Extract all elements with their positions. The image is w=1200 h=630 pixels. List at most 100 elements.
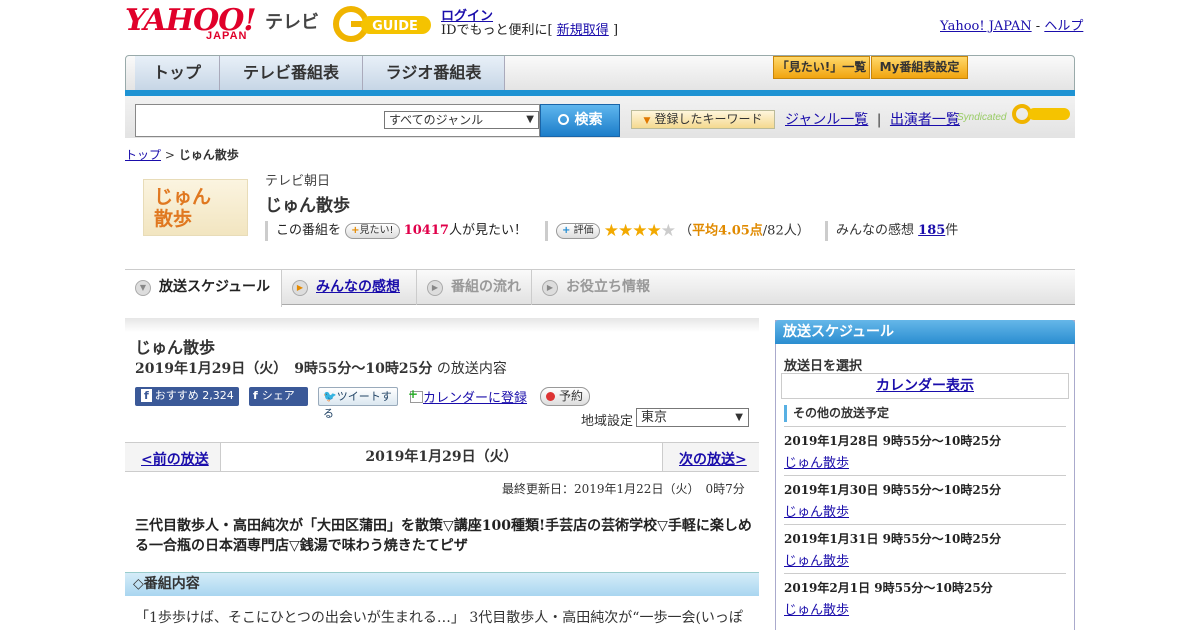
my-schedule-button[interactable]: My番組表設定 — [871, 56, 968, 79]
subtab-schedule[interactable]: ▼ 放送スケジュール — [125, 270, 282, 307]
chevron-down-icon: ▼ — [135, 280, 151, 296]
rate-button[interactable]: + 評価 — [556, 223, 600, 239]
subtab-schedule-label: 放送スケジュール — [159, 279, 271, 295]
header-links-sep: - — [1035, 19, 1041, 34]
region-label: 地域設定 — [581, 414, 634, 429]
calendar-register-link[interactable]: カレンダーに登録 — [423, 391, 527, 406]
facebook-recommend-button[interactable]: f おすすめ 2,324 — [135, 387, 239, 406]
rating-row: + 評価 ★★★★★ （平均4.05点/82人） — [545, 221, 810, 241]
id-note: IDでもっと便利に[ 新規取得 ] — [441, 19, 618, 38]
calendar-register[interactable]: + カレンダーに登録 — [408, 387, 527, 406]
breadcrumb-top-link[interactable]: トップ — [125, 148, 161, 162]
tv-label: テレビ — [265, 12, 319, 33]
breadcrumb: トップ > じゅん散歩 — [125, 146, 239, 163]
play-icon: ▶ — [292, 280, 308, 296]
broadcast-datetime: 2019年1月29日（火） 9時55分～10時25分 の放送内容 — [135, 358, 507, 378]
id-note-prefix: IDでもっと便利に[ — [441, 23, 553, 38]
want-button-label: 見たい! — [359, 224, 394, 236]
play-icon: ▶ — [542, 280, 558, 296]
program-logo-text: じゅん散歩 — [154, 186, 212, 230]
saved-keywords-label: 登録したキーワード — [654, 112, 763, 126]
schedule-item: 2019年1月31日 9時55分～10時25分 じゅん散歩 — [784, 524, 1066, 573]
twitter-icon: 🐦 — [323, 390, 337, 403]
facebook-icon: f — [253, 389, 258, 402]
plus-icon: + — [351, 224, 360, 236]
genre-select[interactable]: すべてのジャンル ▼ — [384, 111, 539, 129]
play-icon: ▶ — [427, 280, 443, 296]
genre-select-value: すべてのジャンル — [389, 113, 484, 127]
syndicated-label: Syndicated — [957, 112, 1007, 123]
want-to-watch-button[interactable]: +見たい! — [345, 222, 400, 239]
broadcast-datetime-suffix: の放送内容 — [436, 361, 507, 377]
avg-suffix: /82人） — [762, 223, 810, 239]
nav-tab-top[interactable]: トップ — [135, 56, 220, 90]
broadcast-title: じゅん散歩 — [135, 338, 216, 357]
subtab-reviews[interactable]: ▶ みんなの感想 — [282, 270, 417, 305]
help-link[interactable]: ヘルプ — [1044, 19, 1083, 34]
reviews-suffix: 件 — [945, 223, 959, 238]
subtab-info: ▶ お役立ち情報 — [532, 270, 672, 305]
schedule-item-link[interactable]: じゅん散歩 — [784, 550, 1066, 569]
schedule-item: 2019年1月28日 9時55分～10時25分 じゅん散歩 — [784, 426, 1066, 475]
id-note-suffix: ] — [612, 23, 619, 38]
calendar-add-icon: + — [408, 387, 423, 403]
performer-list-link[interactable]: 出演者一覧 — [890, 112, 960, 128]
saved-keywords-button[interactable]: ▼ 登録したキーワード — [631, 110, 775, 129]
schedule-item-date: 2019年2月1日 9時55分～10時25分 — [784, 581, 993, 595]
chevron-down-icon: ▼ — [735, 412, 743, 423]
nav-tab-radio-schedule[interactable]: ラジオ番組表 — [363, 56, 505, 90]
schedule-item-link[interactable]: じゅん散歩 — [784, 452, 1066, 471]
program-logo: じゅん散歩 — [143, 179, 248, 236]
subtab-flow-label: 番組の流れ — [451, 279, 521, 295]
mitai-list-button[interactable]: 「見たい!」一覧 — [773, 56, 870, 79]
genre-list-link[interactable]: ジャンル一覧 — [785, 112, 868, 128]
rate-button-label: 評価 — [573, 225, 594, 236]
yahoo-japan-link[interactable]: Yahoo! JAPAN — [940, 19, 1032, 34]
gguide-small-logo — [1012, 103, 1070, 125]
svg-text:GUIDE: GUIDE — [372, 19, 418, 34]
schedule-item-date: 2019年1月30日 9時55分～10時25分 — [784, 483, 1002, 497]
next-broadcast-link[interactable]: 次の放送> — [679, 449, 747, 469]
program-subtabs: ▼ 放送スケジュール ▶ みんなの感想 ▶ 番組の流れ ▶ お役立ち情報 — [125, 269, 1075, 307]
current-broadcast-date: 2019年1月29日（火） — [220, 443, 663, 471]
want-count: 10417 — [403, 223, 449, 238]
nav-tab-tv-schedule[interactable]: テレビ番組表 — [220, 56, 363, 90]
search-button[interactable]: 検索 — [540, 104, 620, 137]
want-prefix: この番組を — [276, 223, 342, 238]
schedule-item-date: 2019年1月31日 9時55分～10時25分 — [784, 532, 1002, 546]
broadcast-summary: 三代目散歩人・高田純次が「大田区蒲田」を散策▽講座100種類!手芸店の芸術学校▽… — [135, 518, 752, 554]
schedule-item: 2019年2月1日 9時55分～10時25分 じゅん散歩 — [784, 573, 1066, 622]
reserve-button[interactable]: 予約 — [540, 387, 590, 406]
facebook-recommend-label: おすすめ — [154, 389, 199, 402]
avg-prefix: （ — [679, 223, 693, 239]
search-links: ジャンル一覧 | 出演者一覧 — [785, 109, 960, 129]
schedule-item-date: 2019年1月28日 9時55分～10時25分 — [784, 434, 1002, 448]
calendar-view-link[interactable]: カレンダー表示 — [781, 373, 1069, 399]
schedule-item-link[interactable]: じゅん散歩 — [784, 599, 1066, 618]
program-title: じゅん散歩 — [265, 196, 350, 216]
star-icon: ★ — [646, 221, 661, 241]
plus-icon: + — [562, 225, 571, 236]
schedule-item: 2019年1月30日 9時55分～10時25分 じゅん散歩 — [784, 475, 1066, 524]
yahoo-japan-logo-sub: JAPAN — [206, 30, 248, 42]
star-rating: ★★★★★ — [604, 221, 676, 241]
chevron-down-icon: ▼ — [526, 114, 534, 125]
select-date-label: 放送日を選択 — [784, 359, 863, 374]
subtab-flow: ▶ 番組の流れ — [417, 270, 532, 305]
facebook-recommend-count: 2,324 — [202, 389, 234, 402]
reviews-count-link[interactable]: 185 — [918, 223, 945, 238]
tweet-button[interactable]: 🐦ツイートする — [318, 387, 398, 420]
reserve-label: 予約 — [559, 389, 584, 403]
average-score: 平均4.05点 — [692, 223, 763, 239]
star-icon: ★ — [632, 221, 647, 241]
subtab-reviews-label[interactable]: みんなの感想 — [316, 279, 400, 295]
region-select[interactable]: 東京 ▼ — [636, 408, 749, 427]
prev-broadcast-link[interactable]: <前の放送 — [141, 449, 209, 469]
section-heading-program-content: ◇番組内容 — [125, 572, 759, 596]
search-links-divider: | — [876, 112, 882, 128]
schedule-item-link[interactable]: じゅん散歩 — [784, 501, 1066, 520]
facebook-share-button[interactable]: f シェア — [249, 387, 308, 406]
dropdown-arrow-icon: ▼ — [643, 116, 651, 126]
reviews-prefix: みんなの感想 — [836, 223, 915, 238]
signup-link[interactable]: 新規取得 — [557, 23, 609, 38]
